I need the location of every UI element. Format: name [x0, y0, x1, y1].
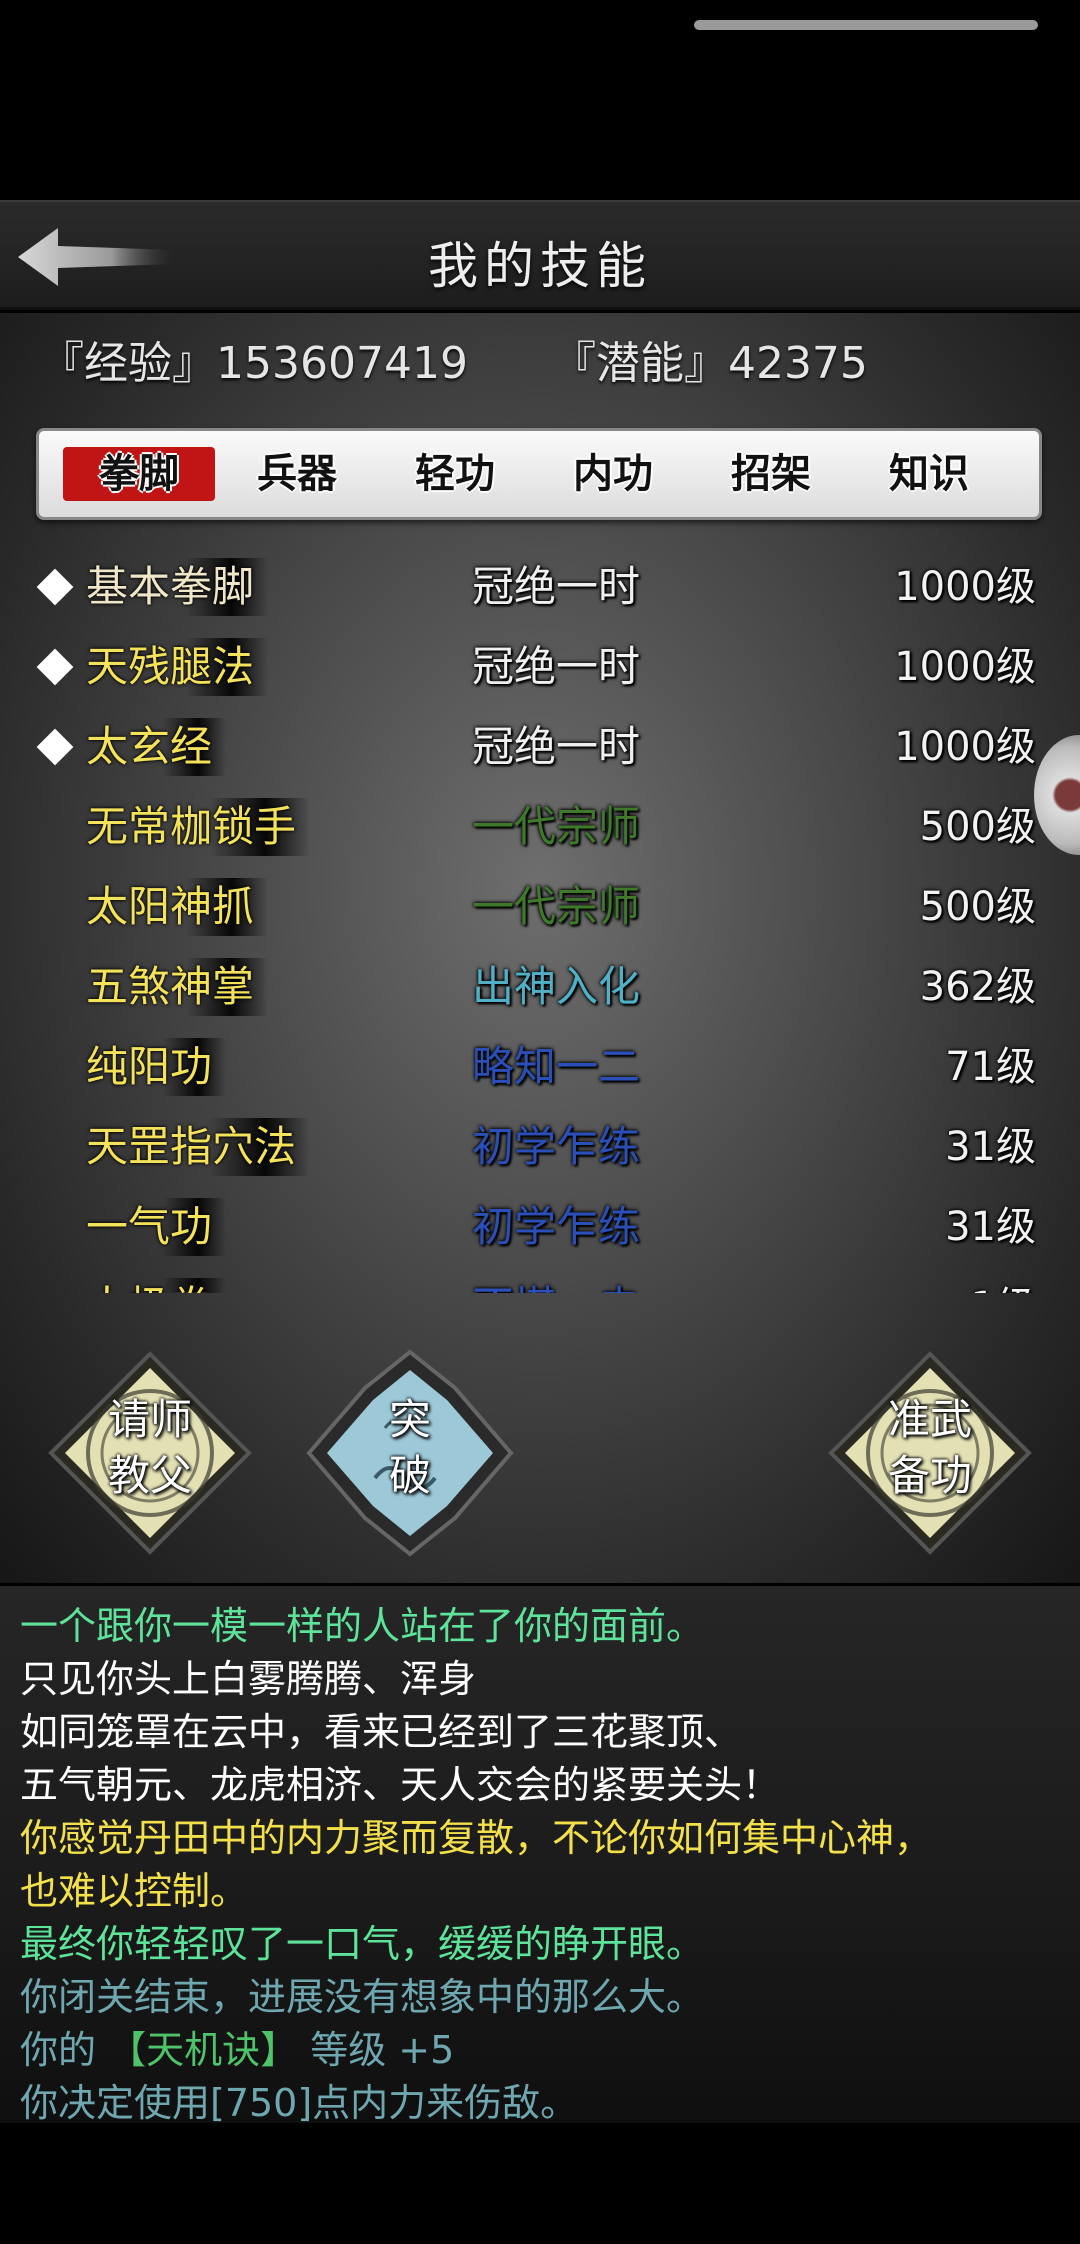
ask-teacher-label-1: 请师: [107, 1395, 192, 1444]
log-line: 只见你头上白雾腾腾、浑身: [20, 1657, 477, 1701]
log-line: 五气朝元、龙虎相济、天人交会的紧要关头！: [20, 1763, 781, 1807]
breakthrough-label-1: 突: [388, 1395, 431, 1444]
skill-row[interactable]: 太阳神抓 一代宗师 500级: [36, 868, 1036, 948]
skill-category-tabs: 拳脚 兵器 轻功 内功 招架 知识: [36, 428, 1042, 520]
skill-level: 362级: [919, 964, 1036, 1010]
log-line: 一个跟你一模一样的人站在了你的面前。: [20, 1604, 705, 1648]
tab-knowledge[interactable]: 知识: [853, 447, 1005, 501]
skill-level: 71级: [945, 1044, 1036, 1090]
tab-inner-power[interactable]: 内功: [537, 447, 689, 501]
skill-row[interactable]: 天罡指穴法 初学乍练 31级: [36, 1108, 1036, 1188]
skill-rank: 略知一二: [471, 1042, 640, 1091]
skill-name: 纯阳功: [86, 1038, 227, 1096]
message-log: 一个跟你一模一样的人站在了你的面前。 只见你头上白雾腾腾、浑身如同笼罩在云中，看来…: [0, 1583, 1080, 2125]
skill-row[interactable]: 太玄经 冠绝一时 1000级: [36, 708, 1036, 788]
log-line: 你闭关结束，进展没有想象中的那么大。: [20, 1975, 705, 2019]
diamond-marker-icon: [36, 728, 74, 766]
skill-level: 31级: [945, 1124, 1036, 1170]
prepare-skill-button[interactable]: 准武 备功: [825, 1348, 1035, 1558]
diamond-marker-icon: [36, 568, 74, 606]
skill-name: 太极拳: [86, 1278, 227, 1293]
log-line: 你感觉丹田中的内力聚而复散，不论你如何集中心神，: [20, 1816, 933, 1860]
stats-line: 『经验』153607419 『潜能』42375: [40, 327, 938, 391]
page-title: 我的技能: [428, 237, 652, 295]
prepare-skill-label-2: 备功: [887, 1451, 972, 1500]
skill-rank: 不堪一击: [456, 1278, 656, 1293]
log-line: 你的 【天机诀】 等级 +5: [20, 2028, 455, 2072]
skill-rank: 一代宗师: [471, 882, 640, 931]
skill-name: 太阳神抓: [86, 878, 269, 936]
skill-name: 基本拳脚: [86, 558, 269, 616]
prepare-skill-label-1: 准武: [887, 1395, 972, 1444]
experience-value: 『经验』153607419: [40, 338, 468, 389]
skill-list[interactable]: 基本拳脚 冠绝一时 1000级 天残腿法 冠绝一时 1000级 太玄经 冠绝一时 1000级 无常…: [36, 548, 1036, 1293]
skill-level: 500级: [919, 884, 1036, 930]
skill-name: 无常枷锁手: [86, 798, 311, 856]
tab-fist-kick[interactable]: 拳脚: [63, 447, 215, 501]
skill-level: 500级: [919, 804, 1036, 850]
log-line: 最终你轻轻叹了一口气，缓缓的睁开眼。: [20, 1922, 705, 1966]
skill-level: 1级: [836, 1278, 1036, 1293]
skill-level: 1000级: [894, 724, 1036, 770]
skill-level: 1000级: [894, 564, 1036, 610]
skill-row[interactable]: 无常枷锁手 一代宗师 500级: [36, 788, 1036, 868]
skill-rank: 冠绝一时: [471, 562, 640, 611]
home-indicator[interactable]: [694, 20, 1038, 30]
skill-name: 太玄经: [86, 718, 227, 776]
skill-rank: 冠绝一时: [471, 642, 640, 691]
skill-row[interactable]: 纯阳功 略知一二 71级: [36, 1028, 1036, 1108]
skill-name: 天罡指穴法: [86, 1118, 311, 1176]
skills-panel: 『经验』153607419 『潜能』42375 拳脚 兵器 轻功 内功 招架 知…: [0, 313, 1080, 1583]
skill-name: 一气功: [86, 1198, 227, 1256]
title-bar: 我的技能: [0, 200, 1080, 310]
skill-highlight: 【天机诀】: [108, 2028, 299, 2072]
potential-value: 『潜能』42375: [551, 338, 868, 389]
status-bar: [0, 0, 1080, 200]
log-line: 也难以控制。: [20, 1869, 249, 1913]
diamond-marker-icon: [36, 648, 74, 686]
skill-rank: 出神入化: [471, 962, 640, 1011]
bottom-bar: [0, 2123, 1080, 2244]
skill-level: 31级: [945, 1204, 1036, 1250]
skill-row[interactable]: 一气功 初学乍练 31级: [36, 1188, 1036, 1268]
skill-row[interactable]: 基本拳脚 冠绝一时 1000级: [36, 548, 1036, 628]
skill-rank: 冠绝一时: [471, 722, 640, 771]
breakthrough-button[interactable]: 突 破: [305, 1348, 515, 1558]
tab-parry[interactable]: 招架: [695, 447, 847, 501]
tab-lightness[interactable]: 轻功: [379, 447, 531, 501]
skill-row[interactable]: 天残腿法 冠绝一时 1000级: [36, 628, 1036, 708]
skill-rank: 初学乍练: [471, 1122, 640, 1171]
skill-name: 天残腿法: [86, 638, 269, 696]
skill-name: 五煞神掌: [86, 958, 269, 1016]
skill-rank: 初学乍练: [471, 1202, 640, 1251]
ask-teacher-button[interactable]: 请师 教父: [45, 1348, 255, 1558]
skill-row[interactable]: 五煞神掌 出神入化 362级: [36, 948, 1036, 1028]
log-line: 如同笼罩在云中，看来已经到了三花聚顶、: [20, 1710, 743, 1754]
tab-weapons[interactable]: 兵器: [221, 447, 373, 501]
skill-rank: 一代宗师: [471, 802, 640, 851]
ask-teacher-label-2: 教父: [107, 1451, 192, 1500]
skill-level: 1000级: [894, 644, 1036, 690]
skill-row[interactable]: 太极拳 不堪一击 1级: [36, 1268, 1036, 1293]
breakthrough-label-2: 破: [388, 1451, 431, 1500]
